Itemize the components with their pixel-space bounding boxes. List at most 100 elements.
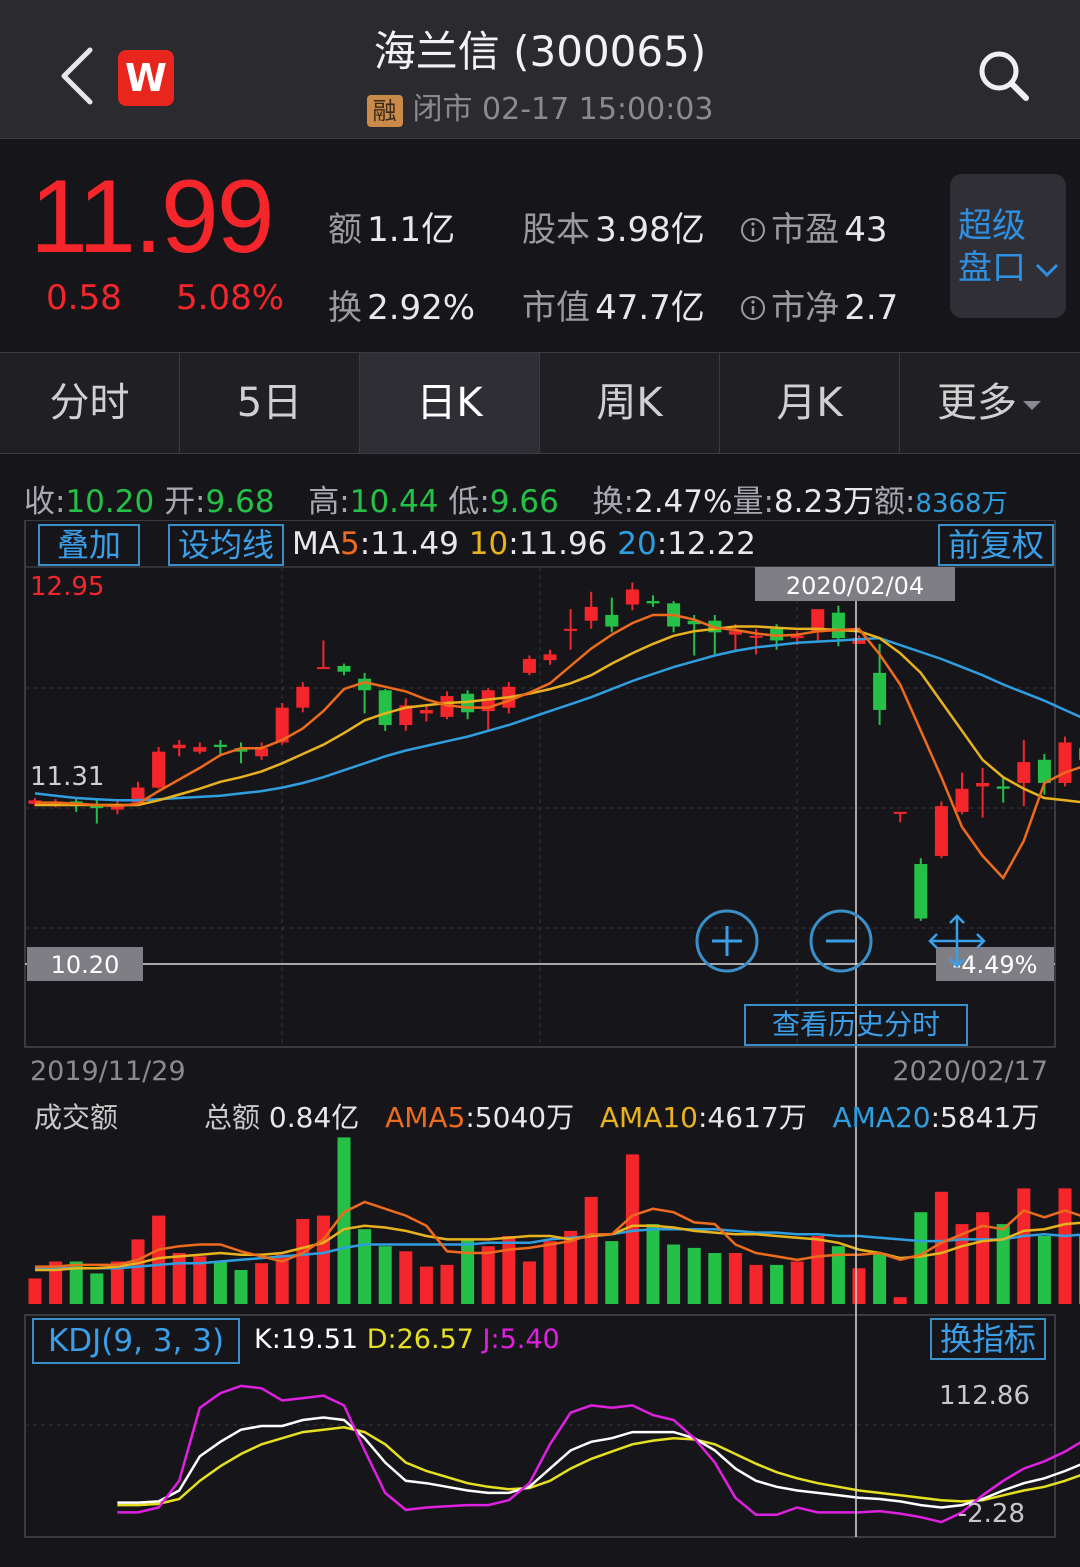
candle	[564, 609, 578, 650]
candle	[419, 705, 433, 722]
turnover-bar	[358, 1229, 372, 1304]
candle-body	[749, 635, 763, 638]
turnover-bar	[914, 1212, 928, 1304]
amt-label: 额:	[873, 484, 916, 520]
d-label: D	[366, 1324, 388, 1355]
candle	[296, 682, 310, 713]
share-cap-label: 股本	[522, 210, 590, 250]
k-value: :19.51	[271, 1324, 359, 1355]
candle	[914, 858, 928, 921]
pb-stat[interactable]: 市净 2.7	[740, 280, 898, 329]
turnover-bar	[234, 1270, 248, 1304]
candle-body	[564, 628, 578, 631]
low-value: 9.66	[489, 484, 559, 520]
tab-intraday[interactable]: 分时	[0, 353, 180, 453]
turnover-bar	[213, 1261, 227, 1304]
tab-weekly-k[interactable]: 周K	[540, 353, 720, 453]
candle	[1017, 740, 1031, 807]
turnover-bar	[996, 1224, 1010, 1304]
candle	[522, 655, 536, 676]
overlay-button[interactable]: 叠加	[38, 524, 140, 566]
tab-daily-k[interactable]: 日K	[360, 353, 540, 453]
kline-grid	[25, 567, 1055, 1047]
tab-monthly-k[interactable]: 月K	[720, 353, 900, 453]
low-label: 低:	[448, 484, 490, 520]
ama5-value: :5040万	[465, 1101, 575, 1134]
candle-info-row: 收:10.20 开:9.68 高:10.44 低:9.66 换:2.47%量:8…	[24, 476, 1008, 521]
turnover-bar	[131, 1239, 145, 1304]
candle-body	[976, 782, 990, 787]
turnover-bar	[852, 1268, 866, 1304]
candle-body	[893, 811, 907, 814]
zoom-in-button[interactable]	[695, 909, 759, 973]
price-adjust-button[interactable]: 前复权	[938, 524, 1054, 566]
turnover-bar	[440, 1264, 454, 1304]
pe-stat[interactable]: 市盈 43	[740, 202, 887, 251]
close-value: 10.20	[65, 484, 155, 520]
turnover-bar	[1058, 1188, 1072, 1304]
turnover-bar	[296, 1219, 310, 1304]
crosshair-date: 2020/02/04	[786, 572, 924, 600]
x-axis-end-label: 2020/02/17	[892, 1056, 1048, 1087]
total-value: 0.84亿	[268, 1101, 360, 1134]
turnover-bar	[708, 1253, 722, 1304]
set-ma-button[interactable]: 设均线	[168, 524, 284, 566]
turnover-bar	[337, 1137, 351, 1304]
turnover-bar	[934, 1191, 948, 1304]
candle-body	[934, 806, 948, 856]
turnover-label: 换	[328, 288, 362, 328]
candle	[708, 614, 722, 656]
amount-value: 1.1亿	[367, 210, 456, 250]
total-label: 总额	[204, 1101, 261, 1134]
crosshair-pct: -4.49%	[953, 951, 1038, 979]
candle-body	[522, 658, 536, 673]
close-label: 收:	[24, 484, 66, 520]
price-change: 0.58	[46, 278, 122, 318]
ama5-label: AMA5	[385, 1101, 466, 1134]
ama20-value: :5841万	[930, 1101, 1040, 1134]
ma20-key: 20	[617, 526, 657, 562]
turnover-bar	[172, 1253, 186, 1304]
candle	[399, 698, 413, 731]
history-intraday-button[interactable]: 查看历史分时	[744, 1004, 968, 1046]
candle-body	[831, 612, 845, 639]
ama10-label: AMA10	[599, 1101, 698, 1134]
turnover-bar	[399, 1251, 413, 1304]
kdj-lines	[117, 1384, 1080, 1524]
search-button[interactable]	[974, 46, 1034, 106]
tab-5day[interactable]: 5日	[180, 353, 360, 453]
turnover-bar	[28, 1278, 42, 1304]
candle-body	[152, 751, 166, 788]
y-axis-high-label: 12.95	[30, 572, 104, 602]
tab-more[interactable]: 更多	[900, 353, 1080, 453]
candle-body	[296, 686, 310, 708]
chevron-down-icon	[1035, 263, 1059, 278]
y-axis-mid-label: 11.31	[30, 762, 104, 792]
search-icon	[979, 51, 1029, 101]
candle-body	[914, 864, 928, 919]
volume-title: 成交额	[34, 1101, 119, 1134]
candle	[811, 609, 825, 642]
candle-body	[193, 747, 207, 752]
candle	[152, 747, 166, 789]
kdj-indicator-button[interactable]: KDJ(9, 3, 3)	[32, 1318, 240, 1364]
candle	[193, 742, 207, 754]
caret-down-icon	[1023, 401, 1041, 410]
market-status: 融闭市 02-17 15:00:03	[0, 84, 1080, 128]
amt-value: 8368万	[915, 489, 1008, 519]
switch-indicator-button[interactable]: 换指标	[930, 1318, 1046, 1360]
turnover-bar	[667, 1244, 681, 1304]
d-value: :26.57	[387, 1324, 474, 1355]
share-cap-value: 3.98亿	[595, 210, 705, 250]
market-cap-stat: 市值 47.7亿	[522, 280, 705, 329]
candle	[358, 672, 372, 714]
ma10-value: :11.96	[508, 526, 608, 562]
turnover-bar	[625, 1154, 639, 1304]
turnover-bar	[584, 1196, 598, 1304]
pe-value: 43	[844, 210, 888, 250]
candle	[1037, 753, 1051, 795]
kdj-y-bottom-label: -2.28	[958, 1499, 1025, 1529]
candle-body	[1017, 762, 1031, 783]
candle-body	[378, 690, 392, 726]
zoom-out-button[interactable]	[809, 909, 873, 973]
